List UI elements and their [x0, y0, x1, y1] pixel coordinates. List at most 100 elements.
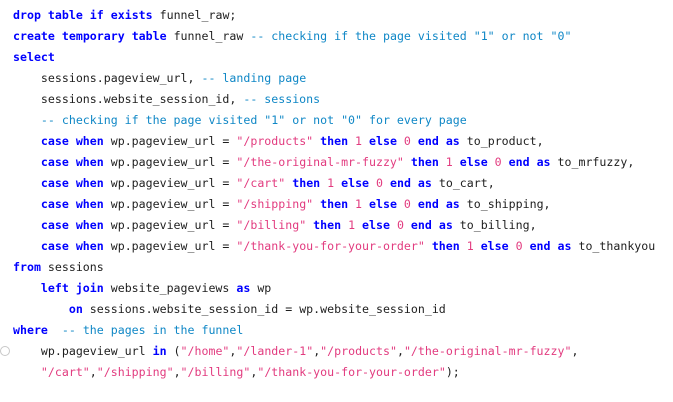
code-line[interactable]: sessions.pageview_url, -- landing page	[13, 68, 306, 89]
code-text-token: to_billing,	[452, 218, 537, 232]
keyword-token: else	[369, 134, 397, 148]
keyword-token: when	[75, 218, 104, 232]
code-line[interactable]: "/cart","/shipping","/billing","/thank-y…	[13, 362, 460, 383]
number-token: 1	[445, 155, 453, 169]
number-token: 0	[403, 197, 411, 211]
code-text-token: sessions.website_session_id = wp.website…	[82, 302, 446, 316]
code-line[interactable]: drop table if exists funnel_raw;	[13, 5, 236, 26]
code-line[interactable]: case when wp.pageview_url = "/the-origin…	[13, 152, 634, 173]
code-line[interactable]: on sessions.website_session_id = wp.webs…	[13, 299, 446, 320]
code-line[interactable]: case when wp.pageview_url = "/thank-you-…	[13, 236, 655, 257]
comment-token: -- the pages in the funnel	[61, 323, 244, 337]
code-text-token: sessions.pageview_url,	[13, 71, 202, 85]
keyword-token: when	[75, 197, 104, 211]
code-line[interactable]: select	[13, 47, 55, 68]
code-line[interactable]: sessions.website_session_id, -- sessions	[13, 89, 320, 110]
sql-code-editor[interactable]: drop table if exists funnel_raw; create t…	[0, 0, 673, 402]
keyword-token: join	[75, 281, 104, 295]
code-line[interactable]: from sessions	[13, 257, 104, 278]
code-line[interactable]: case when wp.pageview_url = "/shipping" …	[13, 194, 551, 215]
keyword-token: create	[13, 29, 55, 43]
keyword-token: drop	[13, 8, 41, 22]
code-line[interactable]: case when wp.pageview_url = "/products" …	[13, 131, 544, 152]
code-text-token: ,	[396, 344, 404, 358]
code-text-token: to_thankyou	[571, 239, 656, 253]
gutter-breakpoint-icon[interactable]	[0, 346, 10, 356]
keyword-token: where	[13, 323, 48, 337]
string-token: "/cart"	[236, 176, 286, 190]
string-token: "/the-original-mr-fuzzy"	[403, 344, 572, 358]
code-line[interactable]: create temporary table funnel_raw -- che…	[13, 26, 571, 47]
keyword-token: as	[445, 134, 460, 148]
keyword-token: then	[320, 134, 349, 148]
code-text-token: wp	[250, 281, 272, 295]
string-token: "/lander-1"	[236, 344, 314, 358]
keyword-token: end	[410, 218, 432, 232]
code-text-token: wp.pageview_url =	[103, 197, 237, 211]
code-line[interactable]: left join website_pageviews as wp	[13, 278, 271, 299]
number-token: 0	[494, 155, 502, 169]
comment-token: -- checking if the page visited "1" or n…	[40, 113, 467, 127]
keyword-token: select	[13, 50, 55, 64]
string-token: "/billing"	[236, 218, 307, 232]
number-token: 1	[466, 239, 474, 253]
keyword-token: as	[536, 155, 551, 169]
code-text-token: sessions	[40, 260, 104, 274]
comment-token: -- sessions	[243, 92, 321, 106]
code-line[interactable]: case when wp.pageview_url = "/cart" then…	[13, 173, 495, 194]
number-token: 1	[348, 218, 356, 232]
keyword-token: as	[445, 197, 460, 211]
keyword-token: else	[459, 155, 488, 169]
number-token: 1	[355, 197, 363, 211]
string-token: "/products"	[236, 134, 314, 148]
code-text-token: wp.pageview_url =	[103, 239, 237, 253]
number-token: 0	[376, 176, 383, 190]
keyword-token: end	[389, 176, 411, 190]
keyword-token: if	[89, 8, 104, 22]
keyword-token: then	[292, 176, 321, 190]
code-line[interactable]: case when wp.pageview_url = "/billing" t…	[13, 215, 537, 236]
code-line[interactable]: wp.pageview_url in ("/home", "/lander-1",…	[13, 341, 579, 362]
comment-token: -- landing page	[201, 71, 307, 85]
code-text-token: to_mrfuzzy,	[550, 155, 635, 169]
keyword-token: then	[410, 155, 439, 169]
keyword-token: end	[508, 155, 530, 169]
keyword-token: when	[75, 155, 104, 169]
keyword-token: else	[341, 176, 370, 190]
code-text-token: );	[445, 365, 460, 379]
code-line[interactable]: where -- the pages in the funnel	[13, 320, 243, 341]
code-line[interactable]: -- checking if the page visited "1" or n…	[13, 110, 467, 131]
keyword-token: on	[68, 302, 83, 316]
keyword-token: when	[75, 239, 104, 253]
keyword-token: exists	[110, 8, 153, 22]
keyword-token: else	[369, 197, 397, 211]
